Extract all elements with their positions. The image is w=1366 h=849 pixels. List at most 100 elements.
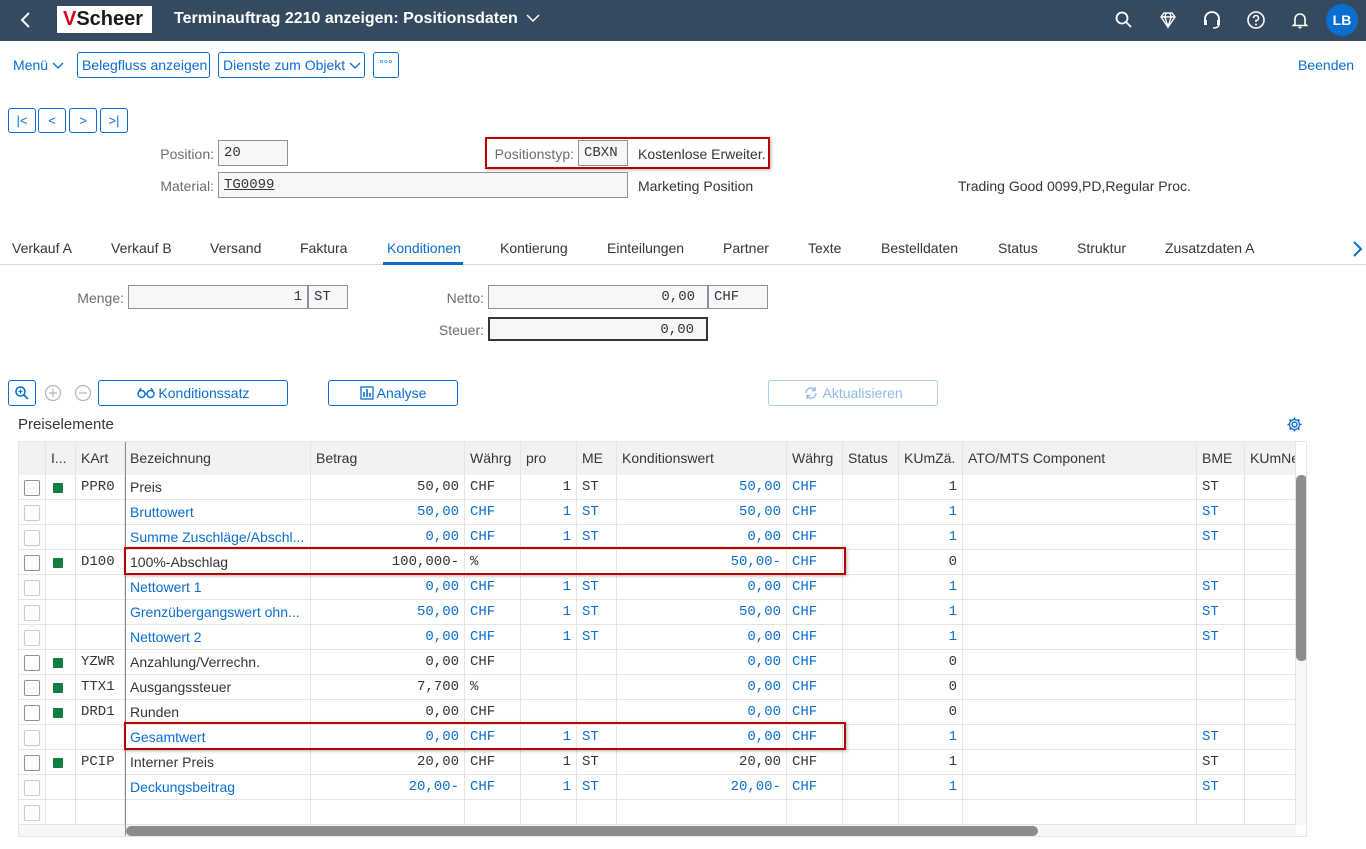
row-checkbox[interactable] <box>24 630 40 646</box>
row-checkbox[interactable] <box>24 805 40 821</box>
tab-partner[interactable]: Partner <box>723 240 769 256</box>
row-checkbox[interactable] <box>24 755 40 771</box>
row-checkbox[interactable] <box>24 705 40 721</box>
cell-waehrg: % <box>465 675 521 700</box>
header-kumne[interactable]: KUmNe <box>1245 442 1296 475</box>
cell-kumne <box>1245 725 1296 750</box>
row-checkbox[interactable] <box>24 780 40 796</box>
add-icon[interactable] <box>44 384 62 405</box>
tab-zusatzdaten-a[interactable]: Zusatzdaten A <box>1165 240 1255 256</box>
row-checkbox[interactable] <box>24 580 40 596</box>
row-checkbox[interactable] <box>24 505 40 521</box>
table-row[interactable] <box>19 800 1296 825</box>
next-record-button[interactable]: > <box>69 108 97 133</box>
header-waehrg-2[interactable]: Währg <box>787 442 843 475</box>
horizontal-scrollbar-thumb[interactable] <box>126 826 1038 836</box>
table-row[interactable]: TTX1 Ausgangssteuer 7,700% 0,00 CHF 0 <box>19 675 1296 700</box>
diamond-icon[interactable] <box>1156 8 1180 32</box>
header-waehrg[interactable]: Währg <box>465 442 521 475</box>
tab-versand[interactable]: Versand <box>210 240 261 256</box>
menge-field[interactable]: 1 <box>128 285 308 309</box>
belegfluss-button[interactable]: Belegfluss anzeigen <box>77 52 210 78</box>
header-kart[interactable]: KArt <box>76 442 125 475</box>
tab-verkauf-a[interactable]: Verkauf A <box>12 240 72 256</box>
header-indicator[interactable]: I... <box>46 442 76 475</box>
netto-field[interactable]: 0,00 <box>488 285 708 309</box>
header-bme[interactable]: BME <box>1197 442 1245 475</box>
first-record-button[interactable]: |< <box>8 108 36 133</box>
table-row[interactable]: Deckungsbeitrag 20,00- CHF 1 ST 20,00- CHF 1 ST <box>19 775 1296 800</box>
previous-record-button[interactable]: < <box>38 108 66 133</box>
row-checkbox[interactable] <box>24 605 40 621</box>
material-field[interactable]: TG0099 <box>218 172 628 198</box>
app-title[interactable]: Terminauftrag 2210 anzeigen: Positionsda… <box>174 0 540 41</box>
settings-icon[interactable] <box>1286 416 1303 436</box>
more-button[interactable]: °°° <box>373 52 399 78</box>
tab-bestelldaten[interactable]: Bestelldaten <box>881 240 958 256</box>
tab-kontierung[interactable]: Kontierung <box>500 240 568 256</box>
table-row[interactable]: Bruttowert 50,00 CHF 1 ST 50,00 CHF 1 ST <box>19 500 1296 525</box>
help-icon[interactable] <box>1244 8 1268 32</box>
header-konditionswert[interactable]: Konditionswert <box>617 442 787 475</box>
row-checkbox[interactable] <box>24 730 40 746</box>
menge-unit-field[interactable]: ST <box>308 285 348 309</box>
position-field[interactable]: 20 <box>218 140 288 166</box>
header-status[interactable]: Status <box>843 442 899 475</box>
dienste-button[interactable]: Dienste zum Objekt <box>218 52 365 78</box>
company-logo[interactable]: VScheer <box>57 6 152 33</box>
tab-verkauf-b[interactable]: Verkauf B <box>111 240 172 256</box>
search-icon[interactable] <box>1112 8 1136 32</box>
menu-button[interactable]: Menü <box>13 57 64 73</box>
table-row[interactable]: Nettowert 2 0,00 CHF 1 ST 0,00 CHF 1 ST <box>19 625 1296 650</box>
cell-kumzae: 0 <box>899 550 963 575</box>
header-ato-mts[interactable]: ATO/MTS Component <box>963 442 1197 475</box>
cell-status <box>843 725 899 750</box>
bell-icon[interactable] <box>1288 8 1312 32</box>
zoom-button[interactable] <box>8 380 36 406</box>
cell-me: ST <box>577 600 617 625</box>
row-checkbox[interactable] <box>24 480 40 496</box>
table-row[interactable]: PPR0 Preis 50,00 CHF 1 ST 50,00 CHF 1 ST <box>19 475 1296 500</box>
steuer-field[interactable]: 0,00 <box>488 317 708 341</box>
tab-status[interactable]: Status <box>998 240 1038 256</box>
header-bezeichnung[interactable]: Bezeichnung <box>125 442 311 475</box>
headset-icon[interactable] <box>1200 8 1224 32</box>
chevron-right-icon[interactable] <box>1351 240 1363 261</box>
table-row[interactable]: Grenzübergangswert ohn... 50,00 CHF 1 ST 50,0… <box>19 600 1296 625</box>
header-betrag[interactable]: Betrag <box>311 442 465 475</box>
horizontal-scrollbar-track[interactable] <box>19 825 1296 836</box>
row-checkbox[interactable] <box>24 530 40 546</box>
remove-icon[interactable] <box>74 384 92 405</box>
header-pro[interactable]: pro <box>521 442 577 475</box>
header-kumzae[interactable]: KUmZä. <box>899 442 963 475</box>
chevron-down-icon <box>349 62 361 69</box>
header-me[interactable]: ME <box>577 442 617 475</box>
tab-struktur[interactable]: Struktur <box>1077 240 1126 256</box>
table-row[interactable]: PCIP Interner Preis 20,00 CHF 1 ST 20,00 CHF 1 ST <box>19 750 1296 775</box>
aktualisieren-button[interactable]: Aktualisieren <box>768 380 938 406</box>
row-checkbox[interactable] <box>24 655 40 671</box>
analyse-button[interactable]: Analyse <box>328 380 458 406</box>
tab-faktura[interactable]: Faktura <box>300 240 347 256</box>
row-checkbox[interactable] <box>24 680 40 696</box>
tab-konditionen[interactable]: Konditionen <box>387 240 461 256</box>
row-checkbox[interactable] <box>24 555 40 571</box>
netto-currency-field[interactable]: CHF <box>708 285 768 309</box>
status-square-icon <box>53 758 63 768</box>
cell-kart <box>76 625 125 650</box>
back-icon[interactable] <box>14 8 38 32</box>
last-record-button[interactable]: >| <box>100 108 128 133</box>
konditionssatz-button[interactable]: Konditionssatz <box>98 380 288 406</box>
tab-texte[interactable]: Texte <box>808 240 841 256</box>
avatar[interactable]: LB <box>1326 4 1358 36</box>
vertical-scrollbar-thumb[interactable] <box>1296 475 1306 661</box>
header-select[interactable] <box>19 442 46 475</box>
vertical-scrollbar-track[interactable] <box>1296 475 1306 825</box>
cell-kumne <box>1245 750 1296 775</box>
cell-bme: ST <box>1197 475 1245 500</box>
beenden-button[interactable]: Beenden <box>1298 57 1354 73</box>
cell-status <box>843 525 899 550</box>
tab-einteilungen[interactable]: Einteilungen <box>607 240 684 256</box>
table-row[interactable]: Nettowert 1 0,00 CHF 1 ST 0,00 CHF 1 ST <box>19 575 1296 600</box>
table-row[interactable]: YZWR Anzahlung/Verrechn. 0,00 CHF 0,00 CHF 0 <box>19 650 1296 675</box>
